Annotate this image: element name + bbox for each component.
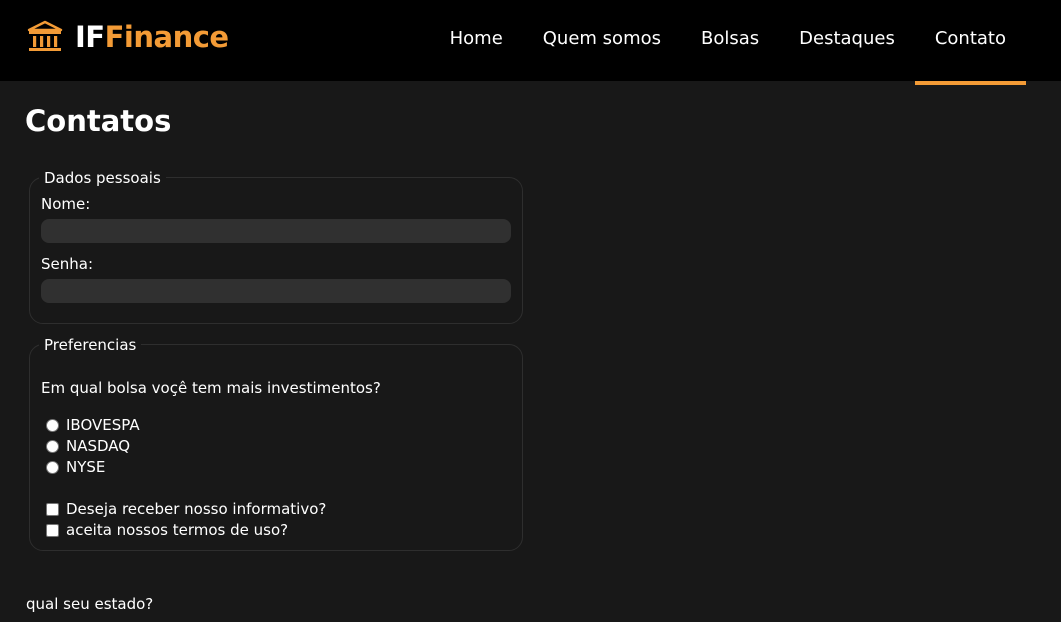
preferences-legend: Preferencias — [39, 336, 142, 354]
radio-label: NYSE — [66, 458, 106, 476]
password-label: Senha: — [41, 255, 94, 273]
radio-button[interactable] — [46, 460, 59, 474]
name-field[interactable] — [41, 219, 511, 243]
site-logo[interactable]: IFFinance — [27, 16, 229, 58]
checkbox[interactable] — [46, 502, 59, 516]
nav-bolsas[interactable]: Bolsas — [681, 0, 779, 81]
checkbox-newsletter[interactable]: Deseja receber nosso informativo? — [46, 499, 326, 519]
radio-nasdaq[interactable]: NASDAQ — [46, 436, 130, 456]
radio-label: NASDAQ — [66, 437, 131, 455]
top-navbar: IFFinance Home Quem somos Bolsas Destaqu… — [0, 0, 1061, 85]
preferences-fieldset: Preferencias Em qual bolsa voçê tem mais… — [29, 336, 523, 551]
page-title: Contatos — [25, 104, 172, 138]
exchange-question: Em qual bolsa voçê tem mais investimento… — [41, 379, 381, 397]
checkbox-label: aceita nossos termos de uso? — [66, 521, 289, 539]
password-field[interactable] — [41, 279, 511, 303]
radio-button[interactable] — [46, 418, 59, 432]
bank-building-icon — [27, 20, 63, 51]
logo-suffix: Finance — [104, 20, 229, 54]
state-question-label: qual seu estado? — [26, 595, 154, 613]
logo-prefix: IF — [75, 20, 105, 54]
radio-nyse[interactable]: NYSE — [46, 457, 105, 477]
nav-destaques[interactable]: Destaques — [779, 0, 915, 81]
radio-button[interactable] — [46, 439, 59, 453]
main-nav: Home Quem somos Bolsas Destaques Contato — [430, 0, 1027, 85]
radio-ibovespa[interactable]: IBOVESPA — [46, 415, 140, 435]
checkbox[interactable] — [46, 523, 59, 537]
checkbox-label: Deseja receber nosso informativo? — [66, 500, 327, 518]
personal-data-fieldset: Dados pessoais Nome: Senha: — [29, 169, 523, 324]
name-label: Nome: — [41, 195, 91, 213]
nav-home[interactable]: Home — [430, 0, 523, 81]
logo-text: IFFinance — [75, 20, 229, 54]
nav-contato[interactable]: Contato — [914, 0, 1027, 85]
personal-data-legend: Dados pessoais — [39, 169, 166, 187]
checkbox-terms[interactable]: aceita nossos termos de uso? — [46, 520, 288, 540]
radio-label: IBOVESPA — [66, 416, 140, 434]
nav-quem-somos[interactable]: Quem somos — [523, 0, 681, 81]
